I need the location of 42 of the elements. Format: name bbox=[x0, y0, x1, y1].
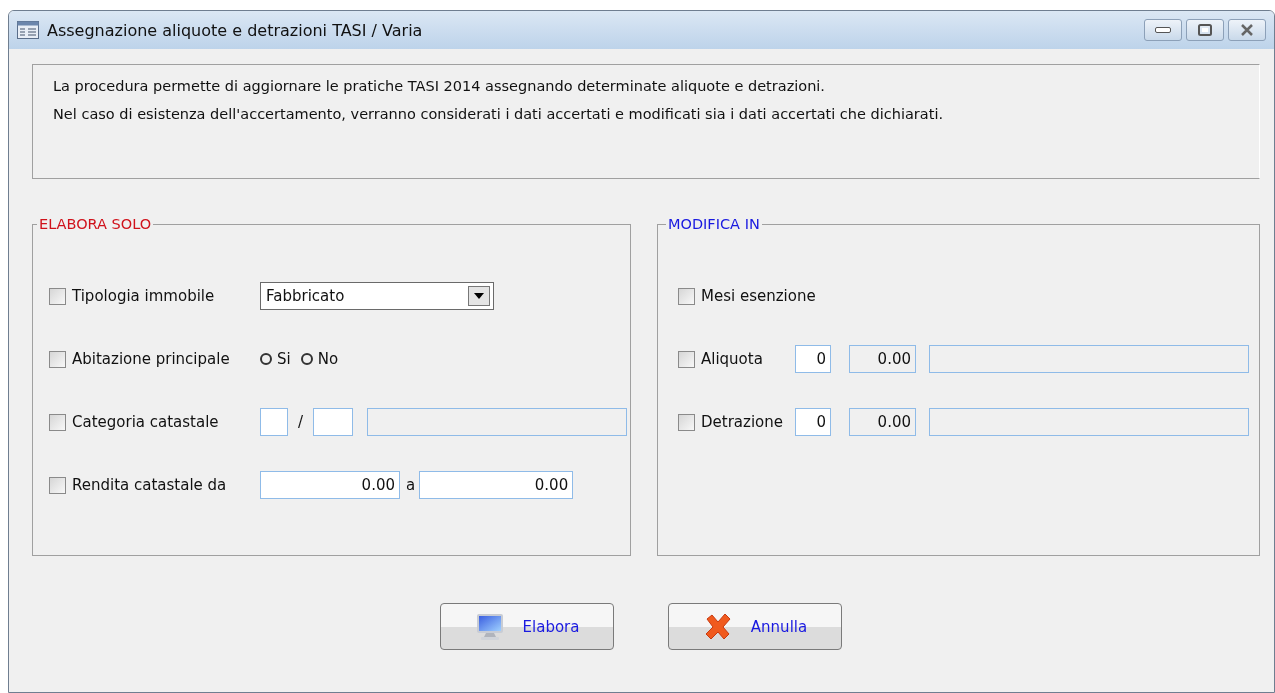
info-text: La procedura permette di aggiornare le pratiche TASI 2014 assegnando determinate aliquote e detrazioni. bbox=[53, 78, 826, 94]
group-title: MODIFICA IN bbox=[667, 216, 761, 232]
joiner-text: a bbox=[405, 476, 417, 494]
monitor-icon bbox=[474, 612, 505, 641]
process-button[interactable]: Elabora bbox=[440, 603, 614, 650]
value-field: 0.00 bbox=[849, 408, 916, 436]
option-label: Mesi esenzione bbox=[701, 287, 816, 305]
cancel-button[interactable]: Annulla bbox=[668, 603, 842, 650]
checkbox[interactable] bbox=[49, 413, 66, 431]
code-field[interactable]: 0 bbox=[795, 345, 831, 373]
option-label: Aliquota bbox=[701, 350, 763, 368]
radio-option[interactable]: Si bbox=[260, 350, 291, 368]
option-label: Detrazione bbox=[701, 413, 783, 431]
close-button[interactable] bbox=[1228, 19, 1266, 41]
checkbox[interactable] bbox=[49, 350, 66, 368]
from-field[interactable]: 0.00 bbox=[260, 471, 400, 499]
radio-option[interactable]: No bbox=[300, 350, 339, 368]
close-icon bbox=[1240, 24, 1254, 36]
minimize-icon bbox=[1155, 27, 1171, 33]
maximize-icon bbox=[1198, 24, 1212, 36]
checkbox[interactable] bbox=[678, 413, 695, 431]
checkbox[interactable] bbox=[678, 350, 695, 368]
value-field: 0.00 bbox=[849, 345, 916, 373]
option-label: Tipologia immobile bbox=[72, 287, 215, 305]
window-title: Assegnazione aliquote e detrazioni TASI / Varia bbox=[47, 20, 424, 40]
group-title: ELABORA SOLO bbox=[38, 216, 153, 232]
option-label: Categoria catastale bbox=[72, 413, 219, 431]
maximize-button[interactable] bbox=[1186, 19, 1224, 41]
checkbox[interactable] bbox=[49, 476, 66, 494]
option-label: Abitazione principale bbox=[72, 350, 230, 368]
info-text: Nel caso di esistenza dell'accertamento, verranno considerati i dati accertati e modificati sia i dati accertati che dichiarati. bbox=[53, 106, 945, 122]
category-field[interactable] bbox=[260, 408, 288, 436]
form-icon bbox=[17, 21, 39, 39]
checkbox[interactable] bbox=[49, 287, 66, 305]
option-label: Rendita catastale da bbox=[72, 476, 227, 494]
type-dropdown[interactable]: Fabbricato bbox=[260, 282, 494, 310]
to-field[interactable]: 0.00 bbox=[419, 471, 574, 499]
code-field[interactable]: 0 bbox=[795, 408, 831, 436]
checkbox[interactable] bbox=[678, 287, 695, 305]
class-field[interactable] bbox=[313, 408, 354, 436]
separator-text: / bbox=[297, 413, 305, 431]
minimize-button[interactable] bbox=[1144, 19, 1182, 41]
